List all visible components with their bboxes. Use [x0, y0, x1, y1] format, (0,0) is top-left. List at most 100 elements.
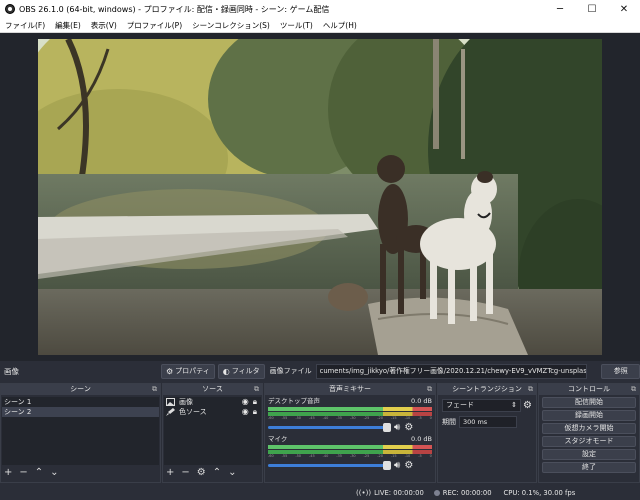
obs-logo-icon — [5, 4, 15, 14]
move-up-icon[interactable]: ⌃ — [213, 467, 221, 478]
start-recording-button[interactable]: 録画開始 — [542, 410, 636, 421]
scenes-dock: シーン ⧉ シーン 1 シーン 2 + − ⌃ ⌄ — [0, 383, 161, 483]
channel-name: マイク — [268, 435, 288, 443]
volume-meter — [268, 407, 432, 411]
menu-scene-collection[interactable]: シーンコレクション(S) — [187, 20, 275, 31]
mixer-channel-desktop: デスクトップ音声 0.0 dB -60 -55 -50 -45 -40 -35 -30 -25… — [265, 395, 435, 433]
live-time: LIVE: 00:00:00 — [374, 488, 424, 497]
preview-area[interactable] — [0, 33, 640, 361]
source-label: 色ソース — [179, 408, 207, 416]
mixer-title: 音声ミキサー — [329, 385, 371, 393]
window-title: OBS 26.1.0 (64-bit, windows) - プロファイル: 配… — [19, 4, 330, 14]
settings-button[interactable]: 設定 — [542, 449, 636, 460]
scenes-list: シーン 1 シーン 2 — [2, 397, 159, 465]
chevron-updown-icon: ⇕ — [511, 401, 518, 409]
slider-handle[interactable] — [383, 460, 391, 470]
live-status: ((•)) LIVE: 00:00:00 — [356, 489, 424, 497]
image-icon — [166, 398, 175, 406]
controls-dock: コントロール ⧉ 配信開始 録画開始 仮想カメラ開始 スタジオモード 設定 終了 — [538, 383, 640, 483]
properties-label: プロパティ — [175, 367, 210, 375]
volume-meter — [268, 445, 432, 449]
sources-title: ソース — [202, 385, 223, 393]
close-button[interactable]: ✕ — [608, 0, 640, 18]
menu-file[interactable]: ファイル(F) — [0, 20, 50, 31]
gear-icon: ⚙ — [165, 366, 174, 376]
filters-button[interactable]: ◐ フィルタ — [217, 363, 265, 379]
audio-mixer-dock: 音声ミキサー ⧉ デスクトップ音声 0.0 dB -60 -55 -50 -45 -40… — [264, 383, 436, 483]
undock-icon[interactable]: ⧉ — [427, 384, 432, 395]
add-icon[interactable]: + — [166, 467, 174, 478]
paint-brush-icon — [166, 408, 175, 416]
source-toolbar: 画像 ⚙ プロパティ ◐ フィルタ 画像ファイル cuments/img_jik… — [0, 361, 640, 381]
gear-icon[interactable]: ⚙ — [404, 422, 413, 433]
cpu-status: CPU: 0.1%, 30.00 fps — [503, 488, 576, 497]
channel-db: 0.0 dB — [411, 435, 432, 443]
eye-icon[interactable]: ◉ — [242, 407, 249, 417]
properties-button[interactable]: ⚙ プロパティ — [160, 363, 215, 379]
rec-status: REC: 00:00:00 — [433, 489, 492, 497]
add-icon[interactable]: + — [4, 467, 12, 478]
start-virtual-camera-button[interactable]: 仮想カメラ開始 — [542, 423, 636, 434]
undock-icon[interactable]: ⧉ — [528, 384, 533, 395]
move-down-icon[interactable]: ⌄ — [228, 467, 236, 478]
scenes-header: シーン ⧉ — [1, 384, 160, 395]
eye-icon[interactable]: ◉ — [242, 397, 249, 407]
browse-button[interactable]: 参照 — [601, 363, 640, 379]
sources-toolbar: + − ⚙ ⌃ ⌄ — [163, 465, 262, 480]
mixer-header: 音声ミキサー ⧉ — [265, 384, 435, 395]
menu-view[interactable]: 表示(V) — [86, 20, 122, 31]
menu-tools[interactable]: ツール(T) — [275, 20, 318, 31]
menu-profile[interactable]: プロファイル(P) — [122, 20, 187, 31]
sources-dock: ソース ⧉ 画像 ◉ 🔒︎ 色ソース ◉ 🔒︎ + − ⚙ ⌃ ⌄ — [162, 383, 263, 483]
move-down-icon[interactable]: ⌄ — [50, 467, 58, 478]
remove-icon[interactable]: − — [181, 467, 189, 478]
channel-db: 0.0 dB — [411, 397, 432, 405]
filters-label: フィルタ — [231, 367, 260, 375]
title-bar: OBS 26.1.0 (64-bit, windows) - プロファイル: 配… — [0, 0, 640, 18]
scene-item[interactable]: シーン 1 — [2, 397, 159, 407]
start-streaming-button[interactable]: 配信開始 — [542, 397, 636, 408]
menu-edit[interactable]: 編集(E) — [50, 20, 86, 31]
speaker-icon[interactable]: 🔊︎ — [394, 422, 400, 433]
gear-icon[interactable]: ⚙ — [523, 400, 532, 411]
slider-handle[interactable] — [383, 422, 391, 432]
remove-icon[interactable]: − — [19, 467, 27, 478]
menu-bar: ファイル(F) 編集(E) 表示(V) プロファイル(P) シーンコレクション(… — [0, 18, 640, 33]
transition-select[interactable]: フェード ⇕ — [442, 399, 522, 412]
sources-list: 画像 ◉ 🔒︎ 色ソース ◉ 🔒︎ — [164, 397, 261, 465]
transitions-title: シーントランジション — [452, 385, 522, 393]
mixer-channel-mic: マイク 0.0 dB -60 -55 -50 -45 -40 -35 -30 -25 -20 -1… — [265, 433, 435, 471]
preview-image[interactable] — [38, 39, 602, 355]
minimize-button[interactable]: ─ — [544, 0, 576, 18]
duration-label: 期間 — [442, 418, 456, 426]
maximize-button[interactable]: ☐ — [576, 0, 608, 18]
move-up-icon[interactable]: ⌃ — [35, 467, 43, 478]
broadcast-icon: ((•)) — [356, 488, 372, 497]
scenes-toolbar: + − ⌃ ⌄ — [1, 465, 160, 480]
lock-icon[interactable]: 🔒︎ — [253, 397, 257, 407]
gear-icon[interactable]: ⚙ — [197, 467, 206, 478]
image-file-label: 画像ファイル — [269, 367, 312, 375]
gear-icon[interactable]: ⚙ — [404, 460, 413, 471]
lock-icon[interactable]: 🔒︎ — [253, 407, 257, 417]
controls-header: コントロール ⧉ — [539, 384, 639, 395]
duration-field[interactable]: 300 ms — [459, 416, 517, 428]
undock-icon[interactable]: ⧉ — [254, 384, 259, 395]
volume-slider[interactable] — [268, 460, 391, 470]
source-item[interactable]: 画像 ◉ 🔒︎ — [164, 397, 261, 407]
source-label: 画像 — [179, 398, 193, 406]
menu-help[interactable]: ヘルプ(H) — [318, 20, 362, 31]
undock-icon[interactable]: ⧉ — [152, 384, 157, 395]
scene-item[interactable]: シーン 2 — [2, 407, 159, 417]
speaker-icon[interactable]: 🔊︎ — [394, 460, 400, 471]
studio-mode-button[interactable]: スタジオモード — [542, 436, 636, 447]
scene-transitions-dock: シーントランジション ⧉ フェード ⇕ ⚙ 期間 300 ms — [437, 383, 537, 483]
filter-icon: ◐ — [222, 366, 230, 376]
source-item[interactable]: 色ソース ◉ 🔒︎ — [164, 407, 261, 417]
image-path-field[interactable]: cuments/img_jikkyo/著作権フリー画像/2020.12.21/c… — [315, 363, 588, 379]
undock-icon[interactable]: ⧉ — [631, 384, 636, 395]
volume-slider[interactable] — [268, 422, 391, 432]
status-bar: ((•)) LIVE: 00:00:00 REC: 00:00:00 CPU: … — [0, 485, 640, 500]
sources-header: ソース ⧉ — [163, 384, 262, 395]
exit-button[interactable]: 終了 — [542, 462, 636, 473]
